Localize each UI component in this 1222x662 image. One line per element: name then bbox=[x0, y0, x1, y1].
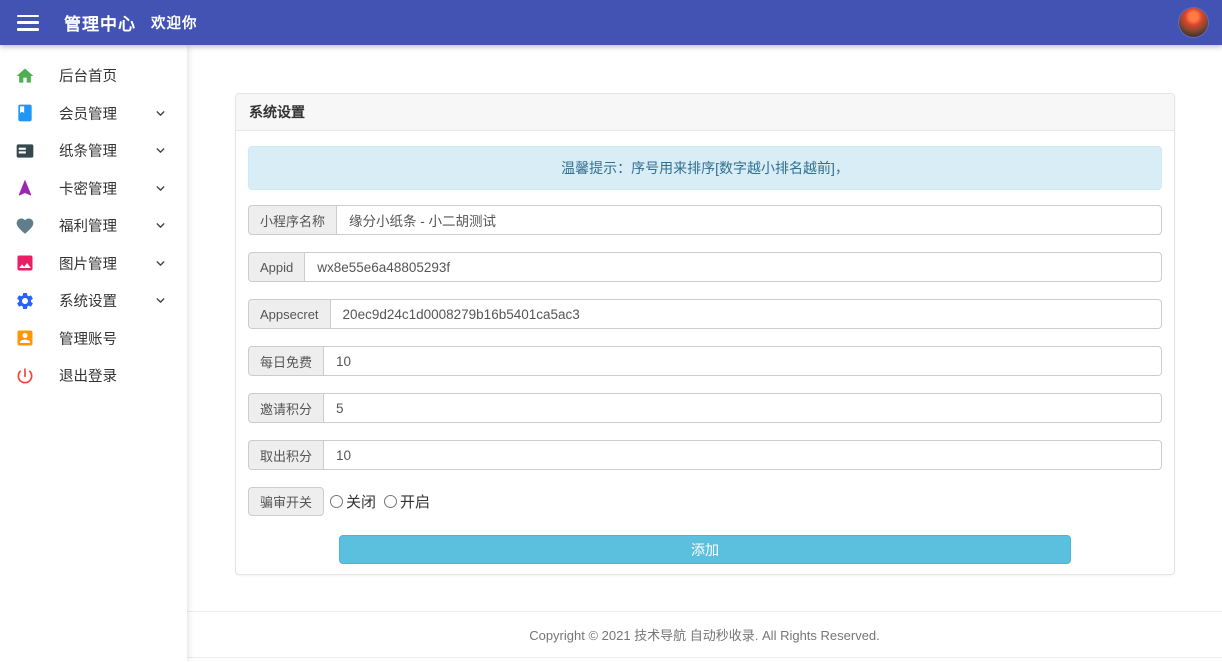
settings-gear-icon bbox=[15, 291, 35, 311]
sidebar-item-welfare[interactable]: 福利管理 bbox=[0, 207, 187, 245]
audit-switch-off-radio[interactable] bbox=[330, 495, 343, 508]
images-icon bbox=[15, 253, 35, 273]
info-alert: 温馨提示：序号用来排序[数字越小排名越前]， bbox=[248, 146, 1162, 190]
chevron-down-icon bbox=[154, 182, 167, 195]
field-row-daily-free: 每日免费 bbox=[248, 346, 1162, 376]
settings-form: 温馨提示：序号用来排序[数字越小排名越前]， 小程序名称 Appid Appse… bbox=[236, 131, 1174, 574]
daily-free-input[interactable] bbox=[323, 346, 1162, 376]
sidebar-item-label: 系统设置 bbox=[59, 290, 154, 311]
sidebar-item-label: 后台首页 bbox=[59, 65, 167, 86]
sidebar-item-label: 会员管理 bbox=[59, 103, 154, 124]
chevron-down-icon bbox=[154, 107, 167, 120]
field-row-audit-switch: 骗审开关 关闭 开启 bbox=[248, 487, 1162, 516]
field-row-withdraw-points: 取出积分 bbox=[248, 440, 1162, 470]
sidebar-item-images[interactable]: 图片管理 bbox=[0, 245, 187, 283]
power-logout-icon bbox=[15, 366, 35, 386]
topbar: 管理中心 欢迎你 bbox=[0, 0, 1222, 45]
field-label: 邀请积分 bbox=[248, 393, 323, 423]
audit-switch-off-option[interactable]: 关闭 bbox=[330, 491, 376, 512]
radio-option-label: 开启 bbox=[400, 491, 430, 512]
sidebar: 后台首页 会员管理 纸条管理 卡密管理 bbox=[0, 45, 187, 662]
field-label: 骗审开关 bbox=[248, 487, 324, 516]
appid-input[interactable] bbox=[304, 252, 1162, 282]
sidebar-item-label: 管理账号 bbox=[59, 328, 167, 349]
account-badge-icon bbox=[15, 328, 35, 348]
field-label: Appid bbox=[248, 252, 304, 282]
welfare-icon bbox=[15, 216, 35, 236]
sidebar-item-logout[interactable]: 退出登录 bbox=[0, 357, 187, 395]
sidebar-item-label: 图片管理 bbox=[59, 253, 154, 274]
main-content: 系统设置 温馨提示：序号用来排序[数字越小排名越前]， 小程序名称 Appid … bbox=[187, 45, 1222, 662]
sidebar-item-label: 卡密管理 bbox=[59, 178, 154, 199]
field-label: Appsecret bbox=[248, 299, 330, 329]
sidebar-item-label: 退出登录 bbox=[59, 365, 167, 386]
notes-icon bbox=[15, 141, 35, 161]
sidebar-item-members[interactable]: 会员管理 bbox=[0, 95, 187, 133]
radio-option-label: 关闭 bbox=[346, 491, 376, 512]
field-label: 小程序名称 bbox=[248, 205, 336, 235]
sidebar-item-admin-account[interactable]: 管理账号 bbox=[0, 320, 187, 358]
members-icon bbox=[15, 103, 35, 123]
invite-points-input[interactable] bbox=[323, 393, 1162, 423]
miniprogram-name-input[interactable] bbox=[336, 205, 1162, 235]
sidebar-item-dashboard[interactable]: 后台首页 bbox=[0, 57, 187, 95]
audit-switch-on-option[interactable]: 开启 bbox=[384, 491, 430, 512]
welcome-text: 欢迎你 bbox=[151, 12, 198, 33]
panel-title: 系统设置 bbox=[236, 94, 1174, 131]
settings-panel: 系统设置 温馨提示：序号用来排序[数字越小排名越前]， 小程序名称 Appid … bbox=[235, 93, 1175, 575]
sidebar-item-card-keys[interactable]: 卡密管理 bbox=[0, 170, 187, 208]
chevron-down-icon bbox=[154, 144, 167, 157]
add-submit-button[interactable]: 添加 bbox=[339, 535, 1071, 564]
sidebar-item-notes[interactable]: 纸条管理 bbox=[0, 132, 187, 170]
appsecret-input[interactable] bbox=[330, 299, 1162, 329]
sidebar-item-settings[interactable]: 系统设置 bbox=[0, 282, 187, 320]
field-row-appid: Appid bbox=[248, 252, 1162, 282]
field-label: 每日免费 bbox=[248, 346, 323, 376]
withdraw-points-input[interactable] bbox=[323, 440, 1162, 470]
field-row-appsecret: Appsecret bbox=[248, 299, 1162, 329]
chevron-down-icon bbox=[154, 219, 167, 232]
home-icon bbox=[15, 66, 35, 86]
field-row-miniprogram-name: 小程序名称 bbox=[248, 205, 1162, 235]
field-label: 取出积分 bbox=[248, 440, 323, 470]
field-row-invite-points: 邀请积分 bbox=[248, 393, 1162, 423]
menu-toggle-icon[interactable] bbox=[17, 15, 39, 31]
sidebar-item-label: 福利管理 bbox=[59, 215, 154, 236]
chevron-down-icon bbox=[154, 257, 167, 270]
app-title: 管理中心 bbox=[64, 10, 136, 35]
chevron-down-icon bbox=[154, 294, 167, 307]
audit-switch-on-radio[interactable] bbox=[384, 495, 397, 508]
card-key-icon bbox=[15, 178, 35, 198]
user-avatar[interactable] bbox=[1179, 8, 1208, 37]
copyright-footer: Copyright © 2021 技术导航 自动秒收录. All Rights … bbox=[187, 611, 1222, 658]
sidebar-item-label: 纸条管理 bbox=[59, 140, 154, 161]
